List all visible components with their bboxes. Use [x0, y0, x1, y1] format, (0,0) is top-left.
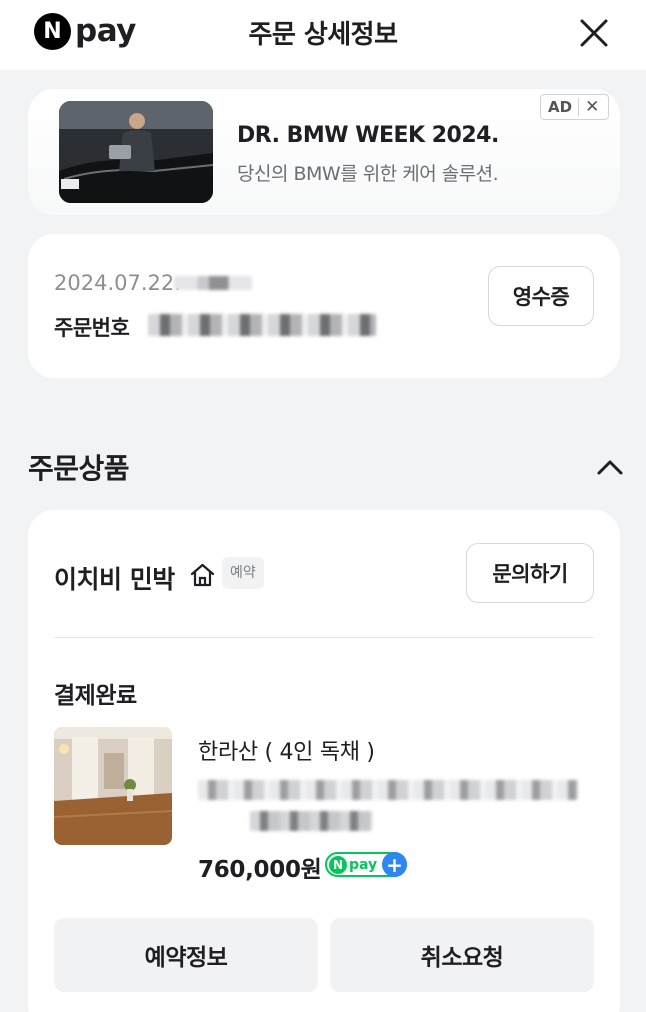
- ad-label: AD: [541, 98, 580, 116]
- ad-banner[interactable]: DR. BMW WEEK 2024. 당신의 BMW를 위한 케어 솔루션. A…: [28, 89, 620, 215]
- redacted-reservation-dates: [198, 780, 578, 800]
- inquiry-button[interactable]: 문의하기: [466, 543, 594, 603]
- npay-plus-text: pay: [349, 856, 378, 873]
- divider: [54, 637, 594, 638]
- redacted-time: [174, 276, 252, 290]
- order-status: 결제완료: [54, 683, 137, 709]
- collapse-button[interactable]: [593, 452, 627, 482]
- order-date: 2024.07.22.: [54, 271, 181, 295]
- product-thumbnail[interactable]: [54, 727, 172, 845]
- product-card: 이치비 민박 예약 문의하기 결제완료 한라산 ( 4인 독채 ) 760,00…: [28, 510, 620, 1012]
- order-number-label: 주문번호: [54, 316, 130, 340]
- plus-icon: +: [382, 852, 407, 877]
- ad-title: DR. BMW WEEK 2024.: [237, 123, 499, 148]
- npay-n-icon: N: [329, 855, 347, 874]
- page-title: 주문 상세정보: [248, 20, 398, 50]
- ad-photo-illustration: [59, 101, 213, 203]
- home-icon: [190, 563, 215, 587]
- reservation-tag: 예약: [222, 557, 264, 589]
- receipt-button[interactable]: 영수증: [488, 266, 594, 326]
- product-name: 한라산 ( 4인 독채 ): [198, 740, 375, 765]
- cancel-request-button[interactable]: 취소요청: [330, 918, 594, 992]
- product-price: 760,000원: [198, 857, 322, 883]
- reservation-info-button[interactable]: 예약정보: [54, 918, 318, 992]
- top-header: N pay 주문 상세정보: [0, 0, 646, 70]
- shop-name[interactable]: 이치비 민박: [54, 560, 175, 596]
- close-button[interactable]: [574, 17, 614, 51]
- room-photo-illustration: [54, 727, 172, 845]
- chevron-up-icon: [597, 460, 623, 475]
- redacted-reservation-detail: [250, 811, 372, 831]
- close-icon: [580, 19, 608, 47]
- ad-close-icon[interactable]: ✕: [579, 98, 605, 116]
- section-title: 주문상품: [28, 452, 130, 485]
- npay-plus-badge: N pay +: [325, 852, 407, 877]
- ad-image: [59, 101, 213, 203]
- ad-badge[interactable]: AD ✕: [540, 94, 609, 120]
- order-info-card: 2024.07.22. 주문번호 영수증: [28, 234, 620, 378]
- ad-subtitle: 당신의 BMW를 위한 케어 솔루션.: [237, 163, 499, 185]
- redacted-order-number: [148, 314, 376, 336]
